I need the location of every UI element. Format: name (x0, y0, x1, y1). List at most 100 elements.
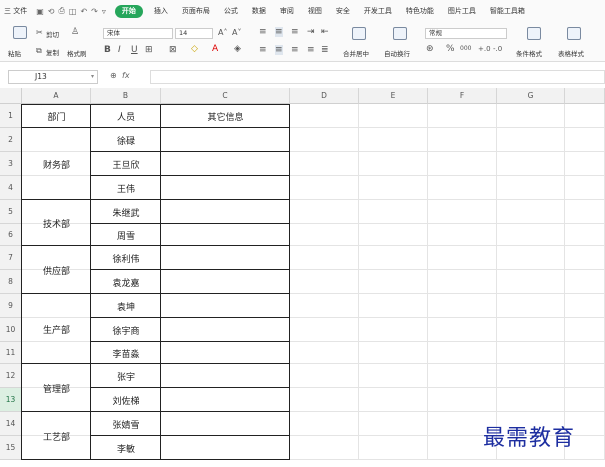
other-info-cell[interactable] (161, 128, 290, 152)
redo-icon[interactable]: ↷ (89, 7, 100, 16)
tab-insert[interactable]: 插入 (147, 0, 175, 22)
other-info-cell[interactable] (161, 200, 290, 224)
header-cell-person[interactable]: 人员 (91, 104, 161, 128)
outdent-icon[interactable]: ⇤ (321, 27, 329, 37)
wrap-text-button[interactable]: 自动换行 (384, 48, 410, 58)
undo-icon[interactable]: ↶ (78, 7, 89, 16)
more-icon[interactable]: ▿ (100, 7, 108, 16)
person-cell[interactable]: 张宇 (91, 364, 161, 388)
column-header-a[interactable]: A (22, 88, 91, 104)
fx-icon[interactable]: fx (122, 71, 130, 80)
font-size-select[interactable]: 14 (175, 28, 213, 39)
tab-security[interactable]: 安全 (329, 0, 357, 22)
tab-developer[interactable]: 开发工具 (357, 0, 399, 22)
other-info-cell[interactable] (161, 412, 290, 436)
department-cell[interactable]: 工艺部 (22, 412, 91, 460)
number-format-select[interactable]: 常规 (425, 28, 507, 39)
preview-icon[interactable]: ◫ (67, 7, 79, 16)
person-cell[interactable]: 徐利伟 (91, 246, 161, 270)
column-header-extra[interactable] (565, 88, 605, 104)
align-bottom-icon[interactable]: ≡ (291, 27, 299, 37)
department-cell[interactable]: 生产部 (22, 294, 91, 364)
thousands-button[interactable]: 000 (460, 44, 471, 54)
row-header-11[interactable]: 11 (0, 342, 22, 364)
person-cell[interactable]: 李敏 (91, 436, 161, 460)
font-color-icon[interactable]: A (212, 44, 218, 54)
wrap-text-icon[interactable] (393, 27, 407, 40)
font-name-select[interactable]: 宋体 (103, 28, 173, 39)
decrease-decimal-icon[interactable]: -.0 (493, 44, 502, 54)
paste-button[interactable]: 粘贴 (8, 48, 21, 58)
person-cell[interactable]: 张婧雪 (91, 412, 161, 436)
decrease-font-icon[interactable]: A˅ (232, 28, 241, 38)
person-cell[interactable]: 徐碌 (91, 128, 161, 152)
row-header-5[interactable]: 5 (0, 200, 22, 224)
tab-picture-tools[interactable]: 图片工具 (441, 0, 483, 22)
worksheet-grid[interactable]: A B C D E F G 1 2 3 4 5 6 7 8 9 10 11 12 13 14 15 部门 人员 其它信息 财务部技… (0, 88, 605, 467)
justify-icon[interactable]: ≡ (307, 45, 315, 55)
merge-center-icon[interactable] (352, 27, 366, 40)
format-painter-icon[interactable]: ♙ (71, 27, 79, 37)
increase-decimal-icon[interactable]: +.0 (478, 44, 491, 54)
format-painter-button[interactable]: 格式刷 (67, 48, 87, 58)
department-cell[interactable]: 供应部 (22, 246, 91, 294)
row-header-9[interactable]: 9 (0, 294, 22, 318)
row-header-10[interactable]: 10 (0, 318, 22, 342)
department-cell[interactable]: 技术部 (22, 200, 91, 246)
column-header-e[interactable]: E (359, 88, 428, 104)
row-header-13[interactable]: 13 (0, 388, 22, 412)
row-header-3[interactable]: 3 (0, 152, 22, 176)
cut-icon[interactable]: ✂ (36, 28, 43, 38)
other-info-cell[interactable] (161, 246, 290, 270)
tab-smart-toolbox[interactable]: 智能工具箱 (483, 0, 532, 22)
underline-button[interactable]: U (131, 45, 138, 55)
row-header-6[interactable]: 6 (0, 224, 22, 246)
row-header-14[interactable]: 14 (0, 412, 22, 436)
undo-history-icon[interactable]: ⟲ (46, 7, 57, 16)
other-info-cell[interactable] (161, 152, 290, 176)
align-right-icon[interactable]: ≡ (291, 45, 299, 55)
tab-page-layout[interactable]: 页面布局 (175, 0, 217, 22)
other-info-cell[interactable] (161, 342, 290, 364)
person-cell[interactable]: 周雪 (91, 224, 161, 246)
percent-button[interactable]: % (446, 44, 455, 54)
align-center-icon[interactable]: ≡ (275, 45, 283, 55)
tab-review[interactable]: 审阅 (273, 0, 301, 22)
cut-button[interactable]: 剪切 (46, 29, 59, 39)
row-header-2[interactable]: 2 (0, 128, 22, 152)
other-info-cell[interactable] (161, 388, 290, 412)
align-left-icon[interactable]: ≡ (259, 45, 267, 55)
merge-center-button[interactable]: 合并居中 (343, 48, 369, 58)
person-cell[interactable]: 李苗淼 (91, 342, 161, 364)
row-header-7[interactable]: 7 (0, 246, 22, 270)
other-info-cell[interactable] (161, 318, 290, 342)
row-header-8[interactable]: 8 (0, 270, 22, 294)
paste-icon[interactable] (13, 26, 27, 39)
table-style-icon[interactable] (567, 27, 581, 40)
indent-icon[interactable]: ⇥ (307, 27, 315, 37)
distribute-icon[interactable]: ≣ (321, 45, 329, 55)
conditional-format-button[interactable]: 条件格式 (516, 48, 542, 58)
column-header-b[interactable]: B (91, 88, 161, 104)
bold-button[interactable]: B (104, 45, 111, 55)
align-middle-icon[interactable]: ≡ (275, 27, 283, 37)
print-icon[interactable]: ⎙ (57, 6, 67, 16)
increase-font-icon[interactable]: A˄ (218, 28, 227, 38)
department-cell[interactable]: 财务部 (22, 128, 91, 200)
file-menu[interactable]: 三 文件 (0, 0, 31, 22)
header-cell-department[interactable]: 部门 (22, 104, 91, 128)
other-info-cell[interactable] (161, 270, 290, 294)
table-style-button[interactable]: 表格样式 (558, 48, 584, 58)
other-info-cell[interactable] (161, 224, 290, 246)
person-cell[interactable]: 刘佐梯 (91, 388, 161, 412)
fill-pattern-icon[interactable]: ⊠ (169, 45, 177, 55)
tab-formulas[interactable]: 公式 (217, 0, 245, 22)
other-info-cell[interactable] (161, 294, 290, 318)
column-header-d[interactable]: D (290, 88, 359, 104)
other-info-cell[interactable] (161, 176, 290, 200)
row-header-1[interactable]: 1 (0, 104, 22, 128)
zoom-icon[interactable]: ⊕ (110, 71, 117, 80)
save-icon[interactable]: ▣ (34, 7, 46, 16)
row-header-12[interactable]: 12 (0, 364, 22, 388)
other-info-cell[interactable] (161, 436, 290, 460)
